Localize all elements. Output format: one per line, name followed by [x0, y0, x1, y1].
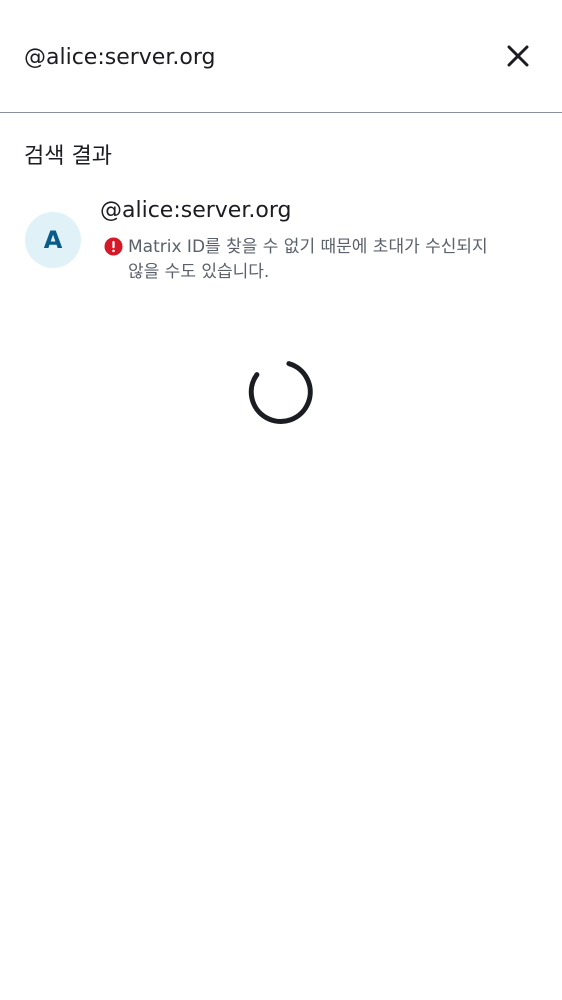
avatar: A: [25, 212, 81, 268]
invite-warning-text: Matrix ID를 찾을 수 없기 때문에 초대가 수신되지 않을 수도 있습…: [128, 237, 488, 282]
spinner-icon: [248, 361, 313, 424]
search-result-item[interactable]: A @alice:server.org Matrix ID를 찾을 수 없기 때…: [0, 190, 562, 294]
error-icon: [104, 237, 123, 256]
avatar-letter: A: [43, 226, 63, 254]
search-bar: [0, 0, 562, 113]
section-title: 검색 결과: [24, 144, 112, 169]
search-input[interactable]: [24, 40, 484, 74]
close-icon: [507, 45, 529, 67]
close-button[interactable]: [500, 38, 536, 74]
result-user-id: @alice:server.org: [100, 198, 292, 223]
